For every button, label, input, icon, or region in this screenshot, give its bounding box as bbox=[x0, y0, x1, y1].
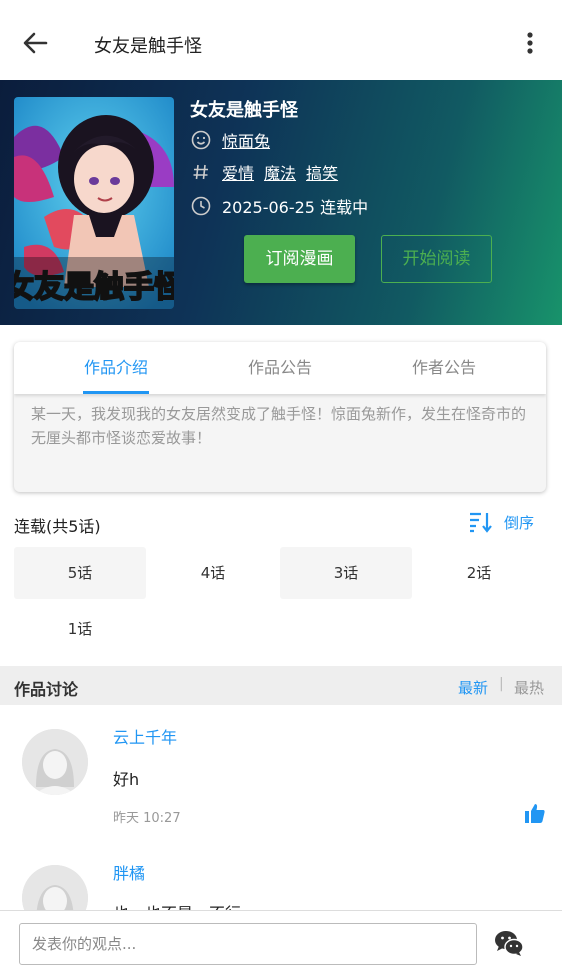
comment-input[interactable] bbox=[19, 923, 477, 965]
hashtag-icon bbox=[193, 164, 208, 180]
comment-composer bbox=[0, 910, 562, 974]
subscribe-button[interactable]: 订阅漫画 bbox=[244, 235, 355, 283]
start-reading-button[interactable]: 开始阅读 bbox=[381, 235, 492, 283]
chapter-item[interactable]: 4话 bbox=[147, 547, 279, 599]
wechat-icon[interactable] bbox=[494, 929, 524, 957]
tab-author-notice[interactable]: 作者公告 bbox=[384, 342, 504, 394]
tab-bar: 作品介绍 作品公告 作者公告 bbox=[14, 342, 546, 394]
discussion-header: 作品讨论 最新 | 最热 bbox=[0, 666, 562, 705]
page-title: 女友是触手怪 bbox=[94, 36, 202, 57]
comment-time: 昨天 10:27 bbox=[113, 811, 181, 826]
comment-text: 好h bbox=[113, 770, 140, 789]
sort-icon bbox=[470, 512, 492, 533]
update-row: 2025-06-25 连载中 bbox=[190, 194, 368, 218]
sort-hottest[interactable]: 最热 bbox=[514, 677, 544, 698]
info-card: 作品介绍 作品公告 作者公告 某一天，我发现我的女友居然变成了触手怪！惊面兔新作… bbox=[14, 342, 546, 492]
comic-header: 女友是触手怪 女友是触手怪 惊面兔 爱情 魔法 搞笑 2025-06-25 连载… bbox=[0, 80, 562, 325]
chapter-item[interactable]: 2话 bbox=[413, 547, 545, 599]
author-row: 惊面兔 bbox=[190, 128, 280, 152]
sort-label: 倒序 bbox=[504, 513, 535, 532]
intro-text: 某一天，我发现我的女友居然变成了触手怪！惊面兔新作，发生在怪奇市的无厘头都市怪谈… bbox=[31, 405, 527, 447]
author-link[interactable]: 惊面兔 bbox=[222, 128, 270, 152]
sort-newest[interactable]: 最新 bbox=[458, 677, 488, 698]
default-avatar-icon bbox=[22, 729, 88, 795]
chapter-item[interactable]: 5话 bbox=[14, 547, 146, 599]
avatar[interactable] bbox=[22, 729, 88, 795]
arrow-left-icon[interactable] bbox=[20, 28, 50, 58]
tag-link[interactable]: 爱情 bbox=[222, 160, 254, 184]
comment-user[interactable]: 胖橘 bbox=[113, 860, 145, 884]
chapter-item[interactable]: 3话 bbox=[280, 547, 412, 599]
chapter-count: 连载(共5话) bbox=[14, 517, 101, 536]
tab-intro[interactable]: 作品介绍 bbox=[56, 342, 176, 394]
comment-user[interactable]: 云上千年 bbox=[113, 724, 177, 748]
tags-row: 爱情 魔法 搞笑 bbox=[190, 160, 348, 184]
comic-title: 女友是触手怪 bbox=[190, 100, 298, 121]
cover-image[interactable]: 女友是触手怪 bbox=[14, 97, 174, 309]
tag-link[interactable]: 搞笑 bbox=[306, 160, 338, 184]
chapter-item[interactable]: 1话 bbox=[14, 603, 146, 655]
app-bar: 女友是触手怪 bbox=[0, 0, 562, 80]
tag-link[interactable]: 魔法 bbox=[264, 160, 296, 184]
smiley-icon bbox=[191, 130, 211, 150]
discussion-title: 作品讨论 bbox=[14, 680, 79, 699]
clock-icon bbox=[191, 196, 211, 216]
tab-announcement[interactable]: 作品公告 bbox=[220, 342, 340, 394]
cover-title: 女友是触手怪 bbox=[14, 270, 174, 305]
thumbs-up-icon[interactable] bbox=[524, 802, 546, 824]
update-status: 2025-06-25 连载中 bbox=[222, 198, 369, 217]
divider: | bbox=[499, 676, 504, 692]
sort-toggle[interactable]: 倒序 bbox=[468, 511, 534, 533]
more-vert-icon[interactable] bbox=[518, 28, 542, 58]
tab-indicator bbox=[83, 391, 149, 394]
